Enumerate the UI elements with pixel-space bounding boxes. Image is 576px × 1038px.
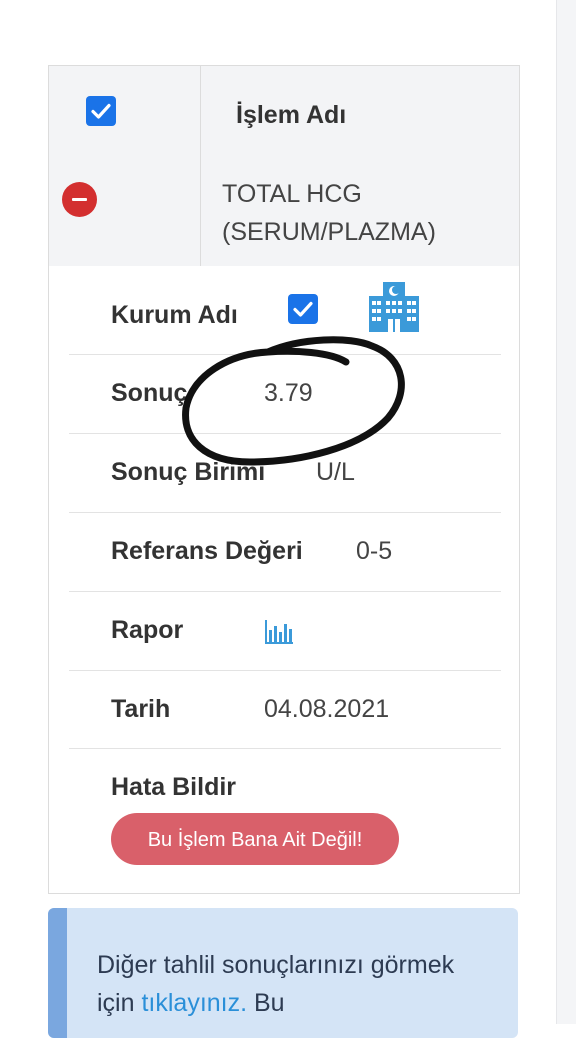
date-value: 04.08.2021 — [264, 695, 390, 723]
remove-circle-icon[interactable] — [62, 182, 97, 217]
result-card: İşlem Adı TOTAL HCG (SERUM/PLAZMA) Kurum… — [48, 65, 520, 894]
reference-value: 0-5 — [356, 537, 393, 565]
test-name-line2: (SERUM/PLAZMA) — [222, 218, 436, 246]
test-name-line1: TOTAL HCG — [222, 180, 362, 208]
checkbox-checked-icon — [91, 103, 111, 119]
detail-row-result: Sonuç 3.79 — [69, 354, 501, 434]
detail-row-unit: Sonuç Birimi U/L — [69, 433, 501, 513]
institution-checkbox[interactable] — [288, 294, 318, 324]
info-alert: Diğer tahlil sonuçlarınızı görmek için t… — [48, 908, 518, 1038]
column-divider — [200, 66, 201, 266]
detail-row-date: Tarih 04.08.2021 — [69, 670, 501, 749]
unit-value: U/L — [316, 458, 355, 486]
result-label: Sonuç — [111, 379, 188, 407]
alert-text-after: Bu — [247, 989, 285, 1017]
select-all-checkbox[interactable] — [86, 96, 116, 126]
alert-link[interactable]: tıklayınız. — [141, 989, 247, 1017]
alert-text: Diğer tahlil sonuçlarınızı görmek için t… — [97, 946, 497, 1022]
report-label: Rapor — [111, 616, 184, 644]
page-edge — [556, 0, 576, 1024]
test-name: TOTAL HCG (SERUM/PLAZMA) — [222, 175, 502, 251]
detail-row-institution: Kurum Adı — [69, 266, 501, 355]
date-label: Tarih — [111, 695, 171, 723]
detail-row-reference: Referans Değeri 0-5 — [69, 512, 501, 592]
column-header-islem-adi: İşlem Adı — [236, 101, 347, 129]
checkbox-checked-icon — [293, 301, 313, 317]
alert-accent-bar — [48, 908, 67, 1038]
result-value: 3.79 — [264, 379, 313, 407]
institution-label: Kurum Adı — [111, 301, 238, 329]
table-header: İşlem Adı — [49, 66, 519, 158]
detail-row-report: Rapor — [69, 591, 501, 671]
not-mine-button[interactable]: Bu İşlem Bana Ait Değil! — [111, 813, 399, 865]
table-row: TOTAL HCG (SERUM/PLAZMA) — [49, 157, 519, 266]
bar-chart-icon[interactable] — [264, 618, 294, 646]
reference-label: Referans Değeri — [111, 537, 303, 565]
unit-label: Sonuç Birimi — [111, 458, 266, 486]
error-report-label: Hata Bildir — [111, 773, 237, 801]
hospital-icon[interactable] — [367, 280, 421, 334]
